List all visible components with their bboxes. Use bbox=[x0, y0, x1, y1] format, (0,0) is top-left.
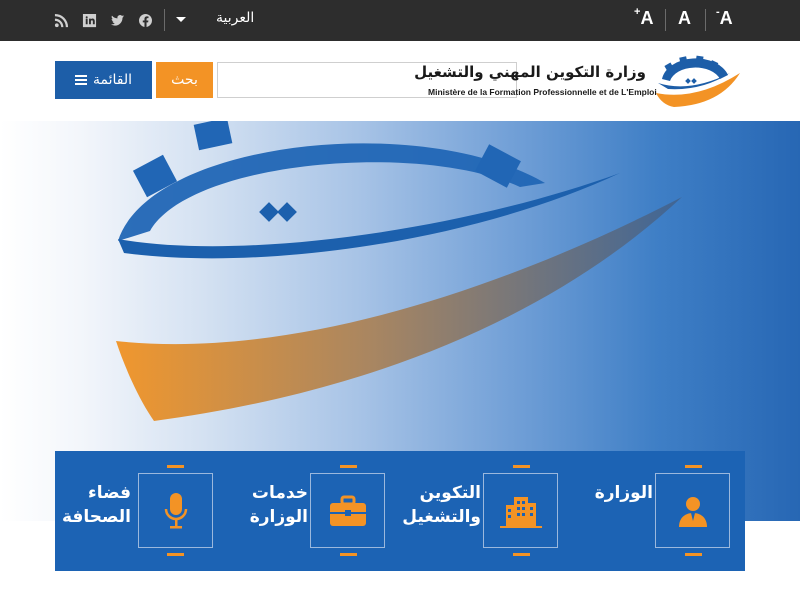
menu-button[interactable]: القائمة bbox=[55, 61, 152, 99]
divider bbox=[705, 9, 706, 31]
divider bbox=[167, 553, 184, 556]
divider bbox=[167, 465, 184, 468]
chevron-down-icon[interactable] bbox=[176, 17, 186, 22]
building-icon bbox=[483, 473, 558, 548]
font-decrease-button[interactable]: -A bbox=[716, 6, 733, 29]
social-links bbox=[52, 9, 154, 31]
divider bbox=[513, 553, 530, 556]
service-press-space[interactable]: فضاء الصحافة bbox=[55, 451, 227, 571]
hamburger-icon bbox=[75, 75, 87, 85]
language-selector[interactable]: العربية bbox=[216, 10, 254, 26]
microphone-icon bbox=[138, 473, 213, 548]
linkedin-icon[interactable] bbox=[80, 9, 98, 31]
ministry-name-french: Ministère de la Formation Professionnell… bbox=[428, 87, 657, 97]
divider bbox=[164, 9, 165, 31]
search-button[interactable]: بحث bbox=[156, 62, 213, 98]
divider bbox=[513, 465, 530, 468]
person-icon bbox=[655, 473, 730, 548]
site-header: القائمة بحث وزارة التكوين المهني والتشغي… bbox=[0, 41, 800, 121]
service-label: فضاء الصحافة bbox=[61, 483, 131, 527]
divider bbox=[685, 465, 702, 468]
service-label: خدمات الوزارة bbox=[249, 483, 308, 527]
divider bbox=[340, 553, 357, 556]
services-strip: الوزارة التكوين والتشغيل خدمات الوزارة ف… bbox=[55, 451, 745, 571]
service-ministry[interactable]: الوزارة bbox=[573, 451, 745, 571]
briefcase-icon bbox=[310, 473, 385, 548]
twitter-icon[interactable] bbox=[108, 9, 126, 31]
menu-label: القائمة bbox=[93, 72, 132, 88]
ministry-name-arabic: وزارة التكوين المهني والتشغيل bbox=[414, 63, 646, 81]
divider bbox=[665, 9, 666, 31]
divider bbox=[340, 465, 357, 468]
facebook-icon[interactable] bbox=[136, 9, 154, 31]
divider bbox=[685, 553, 702, 556]
font-increase-button[interactable]: +A bbox=[634, 6, 653, 29]
service-label: التكوين والتشغيل bbox=[402, 483, 481, 527]
rss-icon[interactable] bbox=[52, 9, 70, 31]
service-ministry-services[interactable]: خدمات الوزارة bbox=[228, 451, 400, 571]
service-label: الوزارة bbox=[594, 483, 653, 503]
ministry-logo-icon[interactable] bbox=[650, 49, 742, 111]
font-normal-button[interactable]: A bbox=[678, 8, 691, 29]
service-training-employment[interactable]: التكوين والتشغيل bbox=[401, 451, 573, 571]
top-bar: العربية +A A -A bbox=[0, 0, 800, 41]
